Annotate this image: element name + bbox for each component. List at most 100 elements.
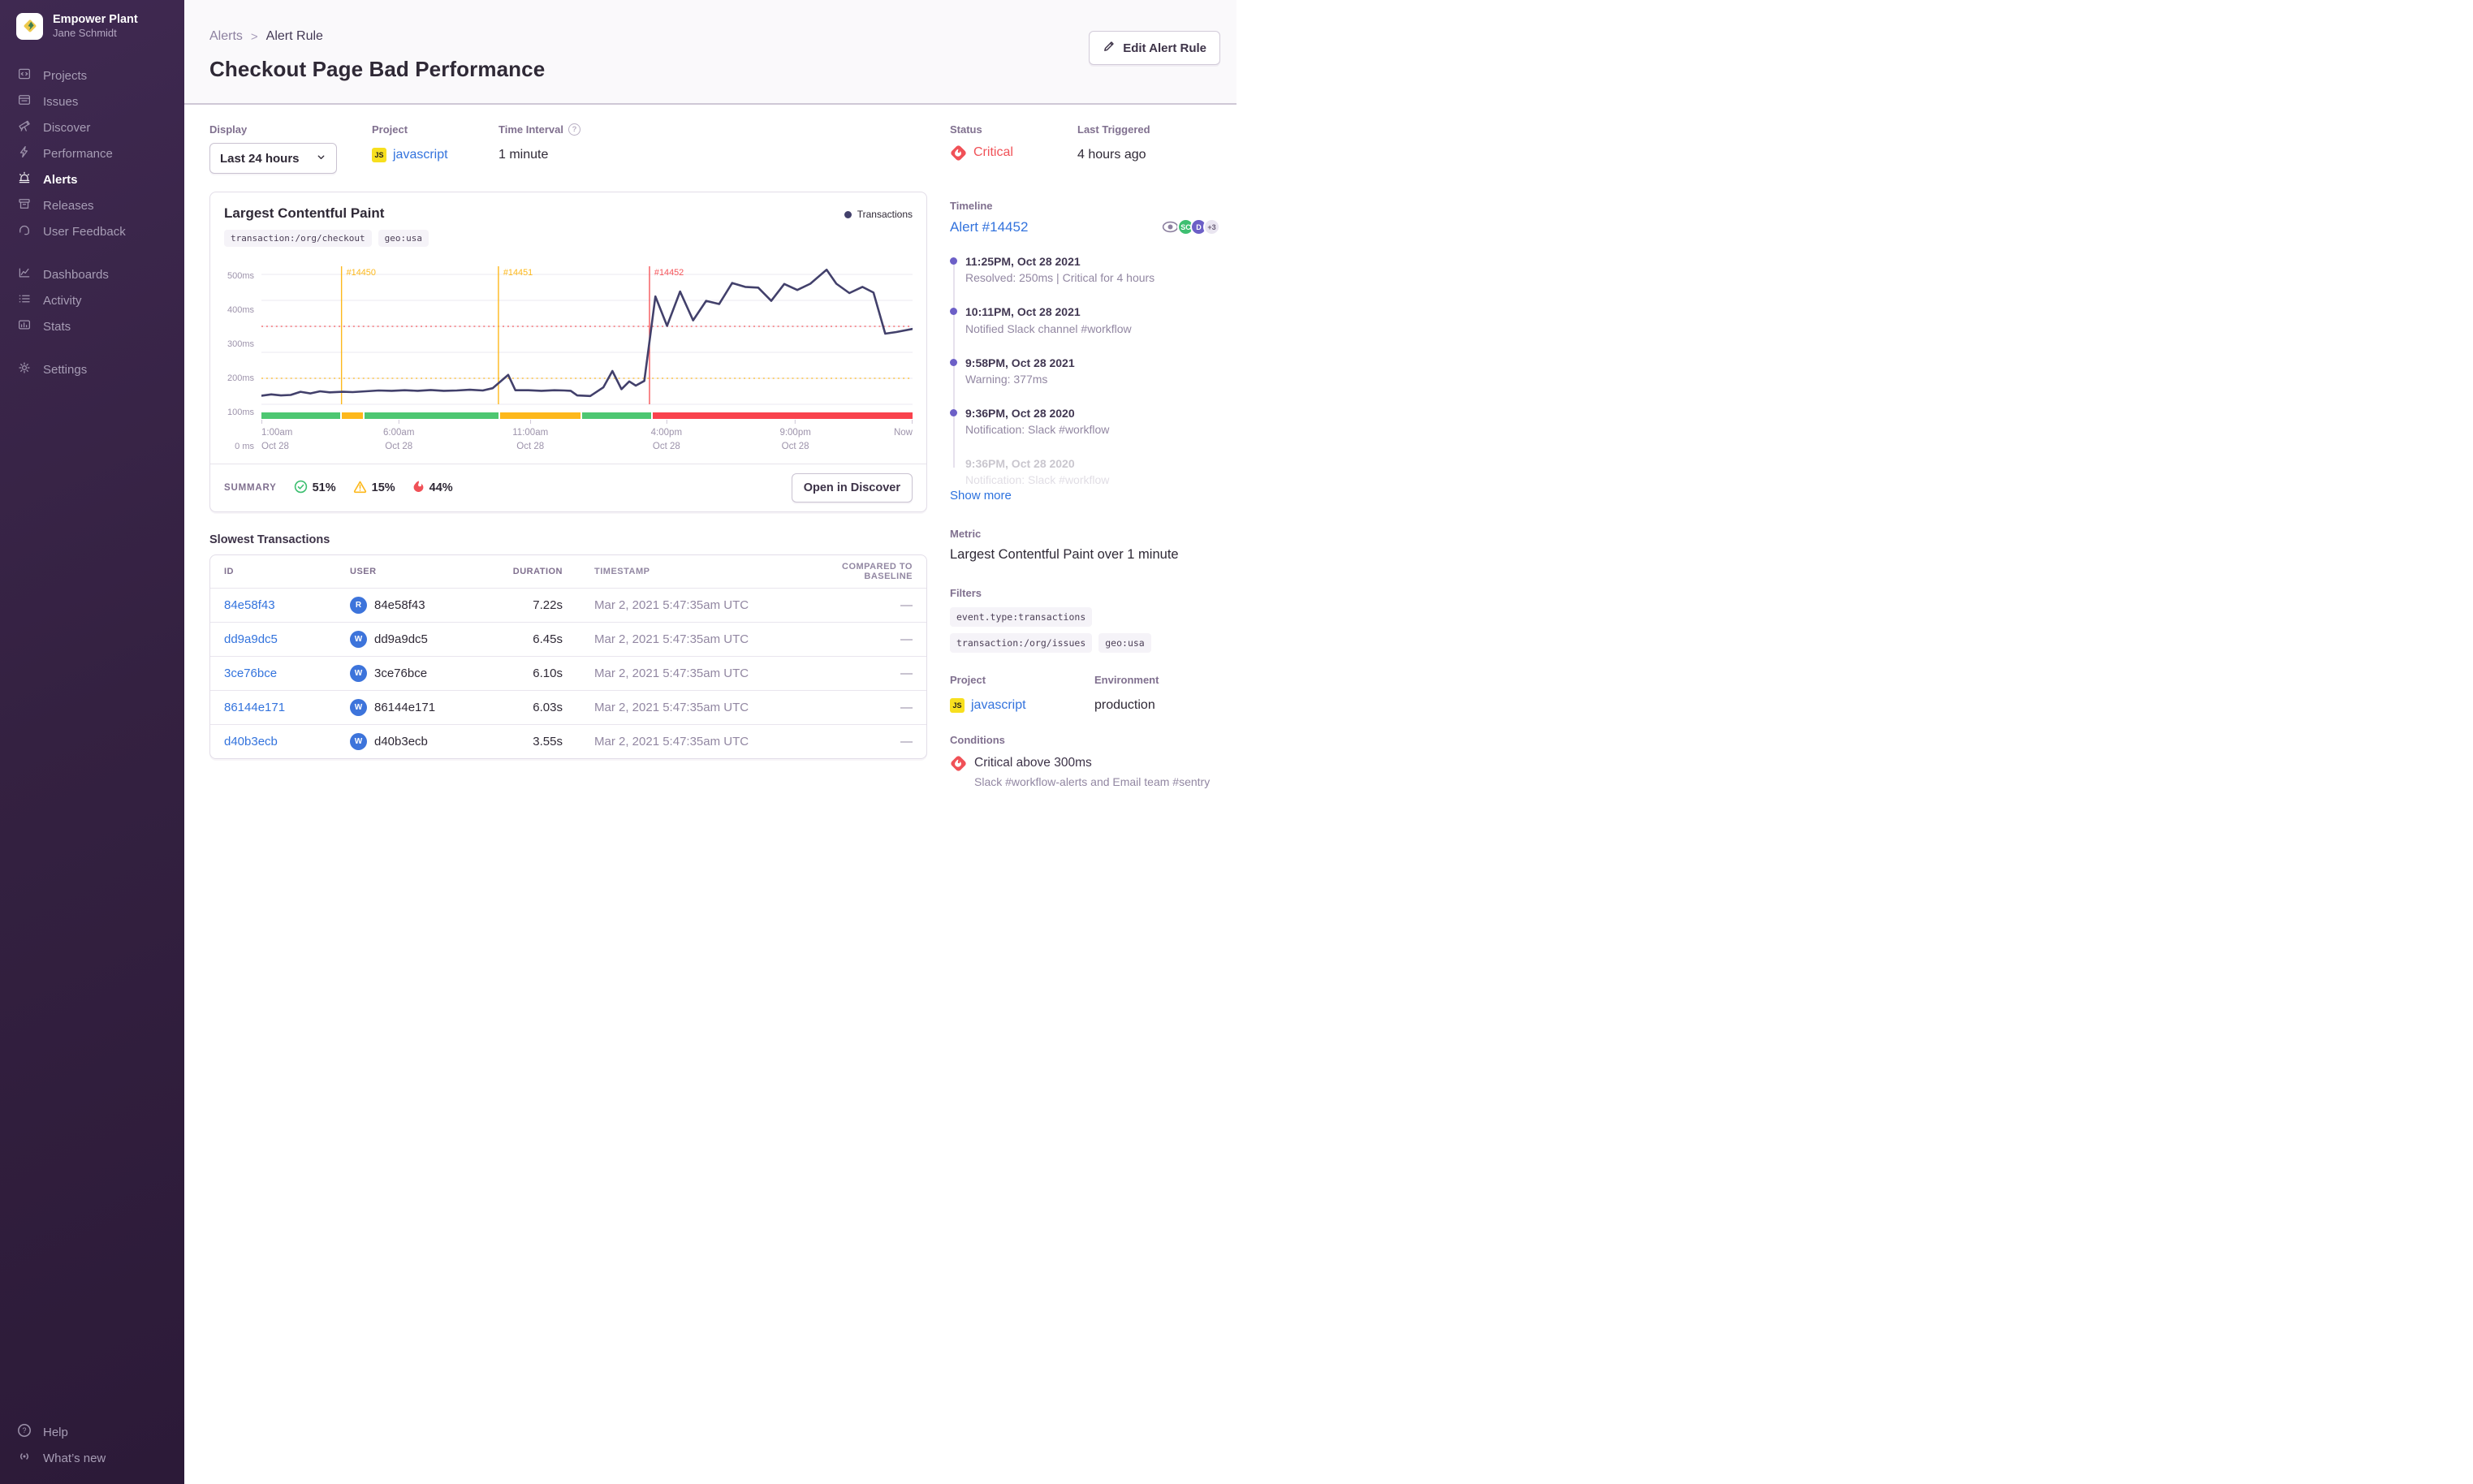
timeline-bullet-icon [950, 358, 957, 366]
sidebar-item-user-feedback[interactable]: User Feedback [0, 218, 184, 244]
transaction-id-link[interactable]: 3ce76bce [224, 667, 277, 680]
summary-warning-value: 15% [371, 481, 395, 494]
display-range-select[interactable]: Last 24 hours [209, 143, 337, 174]
table-row: 84e58f43 R 84e58f43 7.22s Mar 2, 2021 5:4… [210, 588, 926, 622]
timestamp-value: Mar 2, 2021 5:47:35am UTC [594, 632, 749, 646]
lcp-chart-svg: #14450 #14451 #14452 [261, 266, 913, 405]
sidebar-item-performance[interactable]: Performance [0, 140, 184, 166]
legend-dot-icon [844, 210, 852, 218]
display-range-value: Last 24 hours [220, 151, 300, 166]
baseline-value: — [900, 667, 913, 680]
lightning-icon [17, 145, 32, 162]
time-interval-help-icon[interactable]: ? [568, 123, 580, 136]
edit-alert-rule-button[interactable]: Edit Alert Rule [1089, 31, 1220, 65]
bar-chart-icon [17, 317, 32, 335]
page-title: Checkout Page Bad Performance [209, 57, 546, 81]
show-more-link[interactable]: Show more [950, 489, 1012, 503]
conditions-section: Conditions Critical above 300ms Slack #w… [950, 734, 1220, 788]
chart-tags: transaction:/org/checkout geo:usa [210, 222, 926, 247]
project-label: Project [950, 674, 986, 687]
transactions-table: ID USER DURATION TIMESTAMP COMPARED TO B… [209, 554, 927, 759]
filter-tag: event.type:transactions [950, 607, 1093, 628]
condition-title: Critical above 300ms [974, 756, 1092, 770]
metric-section: Metric Largest Contentful Paint over 1 m… [950, 528, 1220, 563]
chevron-right-icon: > [250, 29, 258, 44]
transaction-id-link[interactable]: dd9a9dc5 [224, 632, 278, 646]
siren-icon [17, 170, 32, 188]
transaction-id-link[interactable]: 84e58f43 [224, 598, 275, 612]
timeline-event: 9:58PM, Oct 28 2021 Warning: 377ms [950, 355, 1220, 388]
sidebar-item-discover[interactable]: Discover [0, 114, 184, 140]
sidebar-item-label: Stats [43, 319, 71, 334]
timestamp-value: Mar 2, 2021 5:47:35am UTC [594, 667, 749, 680]
sidebar-item-releases[interactable]: Releases [0, 192, 184, 218]
project-link[interactable]: javascript [971, 698, 1026, 713]
sidebar-item-label: Help [43, 1425, 68, 1439]
sidebar-item-stats[interactable]: Stats [0, 313, 184, 339]
status-segment [261, 412, 341, 419]
table-row: 86144e171 W 86144e171 6.03s Mar 2, 2021 5… [210, 690, 926, 724]
sidebar-item-label: Performance [43, 146, 113, 161]
x-tick-label: 11:00am Oct 28 [512, 420, 548, 455]
event-desc: Resolved: 250ms | Critical for 4 hours [965, 271, 1155, 285]
baseline-value: — [900, 701, 913, 714]
x-tick-label: 4:00pm Oct 28 [651, 420, 682, 455]
chart-status-bar [261, 412, 913, 419]
sidebar-item-settings[interactable]: Settings [0, 356, 184, 382]
x-tick-label: 6:00am Oct 28 [383, 420, 414, 455]
table-header-row: ID USER DURATION TIMESTAMP COMPARED TO B… [210, 555, 926, 588]
tag-geo: geo:usa [378, 230, 429, 247]
project-label: Project [372, 123, 408, 136]
transaction-id-link[interactable]: d40b3ecb [224, 735, 278, 748]
sidebar-item-issues[interactable]: Issues [0, 88, 184, 114]
sidebar-item-label: Discover [43, 120, 91, 135]
filter-tag: geo:usa [1098, 633, 1151, 654]
page-header: Alerts > Alert Rule Checkout Page Bad Pe… [184, 0, 1236, 105]
status-segment [342, 412, 363, 419]
timeline-bullet-icon [950, 308, 957, 316]
avatar-overflow-count: +3 [1203, 218, 1220, 235]
sidebar-item-activity[interactable]: Activity [0, 287, 184, 313]
sidebar-item-projects[interactable]: Projects [0, 63, 184, 88]
line-chart-icon [17, 265, 32, 283]
breadcrumb-alerts-link[interactable]: Alerts [209, 29, 243, 44]
projects-icon [17, 67, 32, 84]
user-id: 3ce76bce [374, 667, 428, 680]
summary-healthy-value: 51% [312, 481, 336, 494]
javascript-platform-icon: JS [950, 698, 965, 714]
status-segment [582, 412, 652, 419]
transaction-id-link[interactable]: 86144e171 [224, 701, 285, 714]
svg-text:#14451: #14451 [503, 268, 533, 278]
project-link[interactable]: javascript [393, 148, 448, 162]
sidebar-item-help[interactable]: ? Help [0, 1419, 184, 1445]
col-header-duration: DURATION [512, 567, 563, 576]
sidebar-item-whats-new[interactable]: What’s new [0, 1445, 184, 1471]
open-in-discover-button[interactable]: Open in Discover [791, 473, 913, 503]
status-badge: Critical [950, 145, 1077, 161]
legend-label: Transactions [857, 209, 913, 220]
filters-label: Filters [950, 587, 982, 600]
environment-label: Environment [1094, 674, 1159, 687]
event-time: 9:58PM, Oct 28 2021 [965, 356, 1075, 369]
javascript-platform-icon: JS [372, 148, 386, 162]
baseline-value: — [900, 598, 913, 612]
edit-button-label: Edit Alert Rule [1123, 41, 1206, 55]
sidebar-item-alerts[interactable]: Alerts [0, 166, 184, 192]
summary-critical-value: 44% [429, 481, 453, 494]
org-switcher[interactable]: Empower Plant Jane Schmidt [0, 0, 184, 40]
event-desc: Notification: Slack #workflow [965, 423, 1110, 437]
help-icon: ? [17, 1423, 32, 1441]
col-header-id: ID [224, 567, 234, 576]
alert-id-link[interactable]: Alert #14452 [950, 219, 1028, 235]
sidebar-item-dashboards[interactable]: Dashboards [0, 261, 184, 287]
fire-icon [412, 480, 425, 496]
user-id: d40b3ecb [374, 735, 428, 748]
breadcrumb: Alerts > Alert Rule [209, 29, 1220, 44]
broadcast-icon [17, 1449, 32, 1467]
avatar: W [350, 733, 367, 750]
filter-tag: transaction:/org/issues [950, 633, 1093, 654]
filters-section: Filters event.type:transactions transact… [950, 587, 1220, 654]
headset-icon [17, 222, 32, 240]
eye-icon [1162, 221, 1179, 233]
event-desc: Warning: 377ms [965, 372, 1048, 386]
